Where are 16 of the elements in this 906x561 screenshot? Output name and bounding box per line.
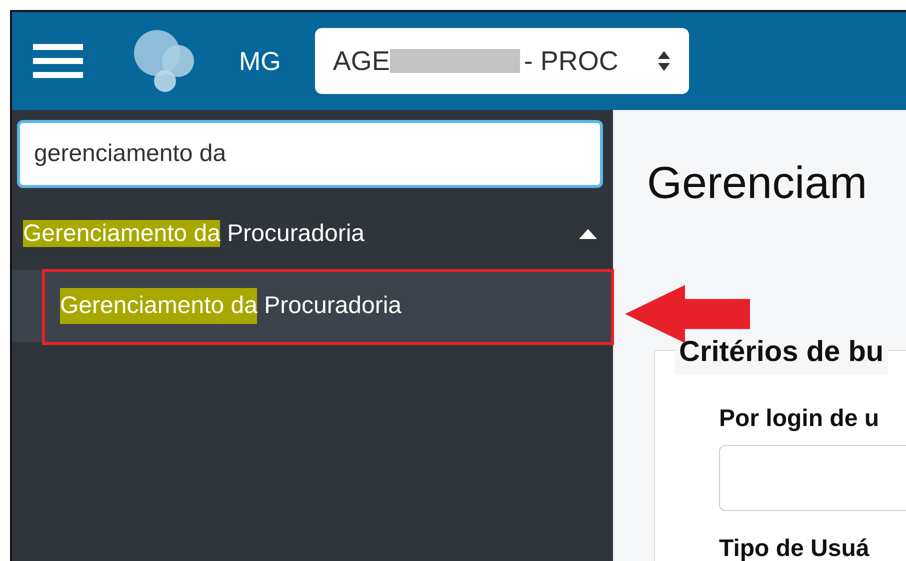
- menu-group-label: Gerenciamento da Procuradoria: [23, 219, 366, 249]
- menu-group[interactable]: Gerenciamento da Procuradoria: [12, 206, 613, 262]
- field-label: Tipo de Usuá: [719, 534, 870, 561]
- search-match-highlight: Gerenciamento da: [23, 220, 220, 247]
- login-input-field[interactable]: [719, 445, 906, 511]
- menu-icon[interactable]: [33, 43, 83, 79]
- search-field[interactable]: gerenciamento da: [17, 120, 603, 188]
- menu-item[interactable]: Gerenciamento da Procuradoria: [12, 270, 613, 342]
- org-code: MG: [239, 44, 281, 78]
- unit-select[interactable]: AGE - PROC: [314, 28, 689, 94]
- caret-up-icon: [578, 228, 598, 240]
- bubbles-logo-icon: [133, 29, 197, 93]
- page-title: Gerenciam: [647, 156, 868, 210]
- sort-arrows-icon: [656, 50, 671, 72]
- search-match-highlight: Gerenciamento da: [60, 288, 258, 324]
- field-label: Por login de u: [719, 404, 880, 434]
